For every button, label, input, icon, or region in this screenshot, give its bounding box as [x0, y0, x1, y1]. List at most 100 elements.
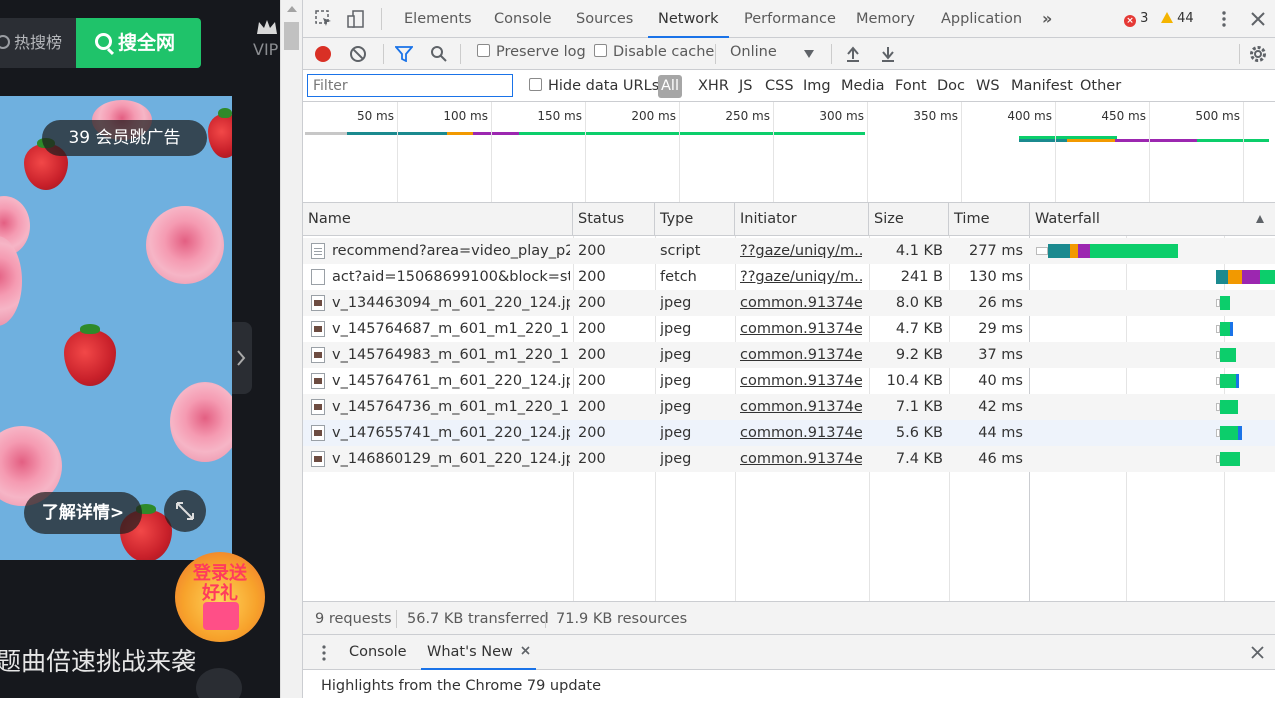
throttling-select[interactable]: Online [730, 44, 777, 60]
hide-data-urls-checkbox[interactable]: Hide data URLs [529, 78, 659, 94]
skip-ad-button[interactable]: 39 会员跳广告 [42, 120, 207, 156]
filter-funnel-icon[interactable] [395, 46, 413, 62]
table-row[interactable]: act?aid=15068699100&block=sta... 200 fetch… [303, 264, 1275, 290]
gear-icon[interactable] [1248, 44, 1268, 64]
cell-name[interactable]: v_146860129_m_601_220_124.jpg [332, 446, 570, 472]
close-devtools-icon[interactable] [1249, 10, 1267, 28]
filter-other-button[interactable]: Other [1080, 78, 1121, 94]
login-gift-badge[interactable]: 登录送好礼 [175, 552, 265, 642]
cell-name[interactable]: recommend?area=video_play_p2... [332, 238, 570, 264]
waterfall-bar [1048, 244, 1070, 258]
cell-name[interactable]: v_147655741_m_601_220_124.jpg [332, 420, 570, 446]
column-name[interactable]: Name [303, 203, 573, 236]
tab-performance[interactable]: Performance [744, 0, 836, 38]
filter-font-button[interactable]: Font [895, 78, 927, 94]
cell-initiator[interactable]: common.91374e... [740, 290, 862, 316]
learn-more-button[interactable]: 了解详情> [24, 492, 142, 534]
chevron-down-icon[interactable] [803, 49, 815, 59]
tab-memory[interactable]: Memory [856, 0, 915, 38]
cell-initiator[interactable]: common.91374e... [740, 368, 862, 394]
export-har-icon[interactable] [879, 45, 897, 63]
overview-gridline [397, 102, 398, 202]
kebab-menu-icon[interactable] [1215, 10, 1233, 28]
table-row[interactable]: v_145764983_m_601_m1_220_124... 200 jpeg co… [303, 342, 1275, 368]
table-row[interactable]: v_145764761_m_601_220_124.jpg 200 jpeg comm… [303, 368, 1275, 394]
scroll-up-icon[interactable] [287, 6, 297, 12]
table-row[interactable]: v_145764687_m_601_m1_220_124... 200 jpeg co… [303, 316, 1275, 342]
drawer-tab-console[interactable]: Console [349, 635, 407, 670]
filter-doc-button[interactable]: Doc [937, 78, 965, 94]
disable-cache-checkbox[interactable]: Disable cache [594, 44, 714, 60]
tab-application[interactable]: Application [941, 0, 1022, 38]
warning-counter[interactable]: 44 [1161, 11, 1194, 27]
column-size[interactable]: Size [869, 203, 949, 236]
filter-css-button[interactable]: CSS [765, 78, 794, 94]
drawer-menu-icon[interactable] [317, 644, 331, 662]
cell-initiator[interactable]: common.91374e... [740, 446, 862, 472]
column-waterfall[interactable]: Waterfall [1030, 203, 1275, 236]
table-row[interactable]: v_147655741_m_601_220_124.jpg 200 jpeg comm… [303, 420, 1275, 446]
cell-initiator[interactable]: common.91374e... [740, 342, 862, 368]
cell-name[interactable]: v_134463094_m_601_220_124.jpg [332, 290, 570, 316]
cell-initiator[interactable]: ??gaze/uniqy/m... [740, 238, 862, 264]
page-scrollbar[interactable] [280, 0, 302, 698]
next-slide-button[interactable] [232, 322, 252, 394]
table-row[interactable]: v_146860129_m_601_220_124.jpg 200 jpeg comm… [303, 446, 1275, 472]
tab-network[interactable]: Network [648, 0, 729, 38]
tab-sources[interactable]: Sources [576, 0, 633, 38]
preserve-log-checkbox[interactable]: Preserve log [477, 44, 586, 60]
error-counter[interactable]: × 3 [1124, 11, 1148, 27]
column-type[interactable]: Type [655, 203, 735, 236]
cell-name[interactable]: v_145764983_m_601_m1_220_124... [332, 342, 570, 368]
filter-img-button[interactable]: Img [803, 78, 831, 94]
vip-link[interactable]: VIP [253, 18, 279, 59]
filter-all-button[interactable]: All [658, 75, 682, 98]
column-initiator[interactable]: Initiator [735, 203, 869, 236]
more-tabs-icon[interactable]: » [1042, 0, 1052, 38]
network-overview-timeline[interactable]: 50 ms 100 ms 150 ms 200 ms 250 ms 300 ms 350 m… [303, 102, 1275, 203]
cell-initiator[interactable]: common.91374e... [740, 420, 862, 446]
fullscreen-icon[interactable] [164, 490, 206, 532]
device-toolbar-icon[interactable] [347, 10, 365, 28]
cell-size: 4.1 KB [895, 243, 943, 259]
cell-name[interactable]: v_145764687_m_601_m1_220_124... [332, 316, 570, 342]
gift-box-icon[interactable] [196, 668, 242, 698]
table-row[interactable]: v_145764736_m_601_m1_220_124... 200 jpeg co… [303, 394, 1275, 420]
import-har-icon[interactable] [844, 45, 862, 63]
column-time[interactable]: Time [949, 203, 1030, 236]
filter-media-button[interactable]: Media [841, 78, 885, 94]
search-all-button[interactable]: 搜全网 [76, 18, 201, 68]
filter-xhr-button[interactable]: XHR [698, 78, 729, 94]
sort-ascending-icon[interactable] [1255, 214, 1265, 224]
waterfall-bar [1242, 270, 1260, 284]
cell-initiator[interactable]: common.91374e... [740, 316, 862, 342]
cell-name[interactable]: v_145764736_m_601_m1_220_124... [332, 394, 570, 420]
record-icon[interactable] [315, 46, 331, 62]
disable-cache-box[interactable] [594, 44, 607, 57]
close-drawer-icon[interactable] [1251, 646, 1264, 659]
cell-initiator[interactable]: ??gaze/uniqy/m... [740, 264, 862, 290]
cell-name[interactable]: v_145764761_m_601_220_124.jpg [332, 368, 570, 394]
drawer-tab-whats-new[interactable]: What's New [421, 635, 537, 670]
clear-icon[interactable] [350, 46, 366, 62]
cell-name[interactable]: act?aid=15068699100&block=sta... [332, 264, 570, 290]
filter-js-button[interactable]: JS [739, 78, 752, 94]
file-icon [311, 451, 325, 467]
filter-manifest-button[interactable]: Manifest [1011, 78, 1073, 94]
inspect-element-icon[interactable] [315, 10, 333, 28]
hot-search-tab[interactable]: 热搜榜 [0, 18, 76, 68]
column-status[interactable]: Status [573, 203, 655, 236]
filter-input[interactable] [307, 74, 513, 97]
table-row[interactable]: recommend?area=video_play_p2... 200 script… [303, 238, 1275, 264]
preserve-log-box[interactable] [477, 44, 490, 57]
cell-initiator[interactable]: common.91374e... [740, 394, 862, 420]
search-icon[interactable] [430, 45, 448, 63]
hide-data-urls-box[interactable] [529, 78, 542, 91]
close-tab-icon[interactable] [521, 646, 531, 655]
scrollbar-thumb[interactable] [284, 22, 299, 50]
filter-ws-button[interactable]: WS [976, 78, 1000, 94]
table-row[interactable]: v_134463094_m_601_220_124.jpg 200 jpeg comm… [303, 290, 1275, 316]
video-title[interactable]: 题曲倍速挑战来袭 [0, 642, 196, 678]
tab-console[interactable]: Console [494, 0, 552, 38]
tab-elements[interactable]: Elements [404, 0, 472, 38]
